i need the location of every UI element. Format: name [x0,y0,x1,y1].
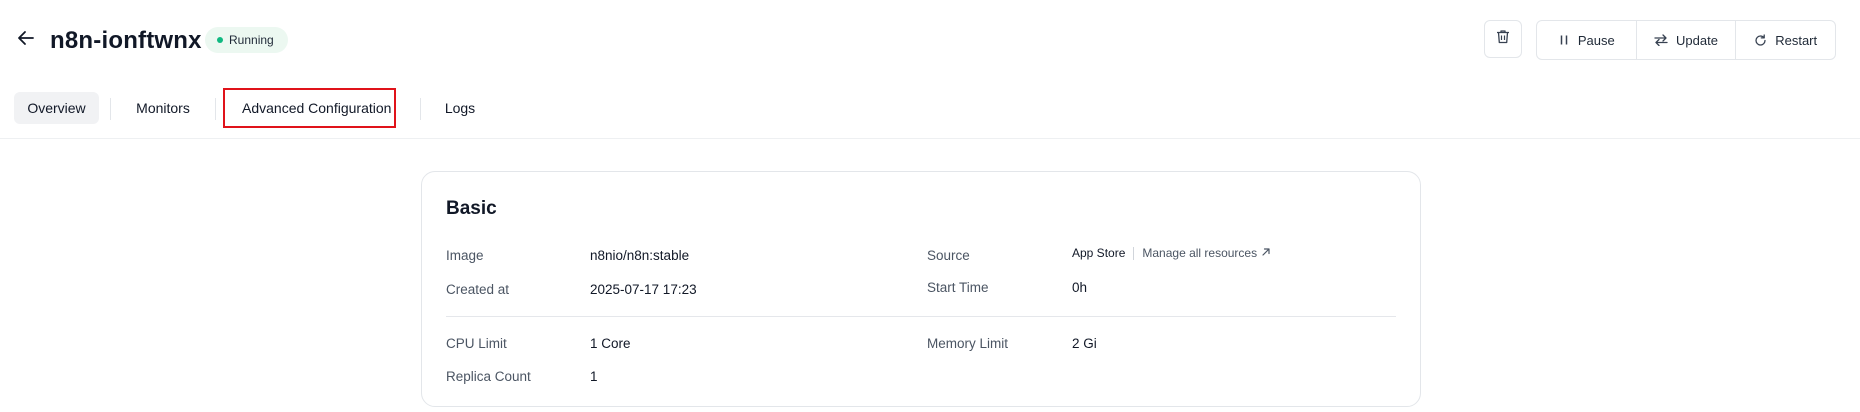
replica-count-label: Replica Count [446,369,531,384]
source-value-row: App Store Manage all resources [1072,246,1271,260]
page-header: n8n-ionftwnx Running Pause Update Restar… [0,0,1860,80]
tab-bar: Overview Monitors Advanced Configuration… [0,88,1860,138]
tab-divider [420,98,421,120]
external-link-icon [1261,246,1271,260]
manage-resources-link[interactable]: Manage all resources [1142,246,1271,260]
status-dot-icon [217,37,223,43]
tab-overview[interactable]: Overview [14,92,99,124]
update-label: Update [1676,32,1718,48]
pause-label: Pause [1577,32,1615,48]
tab-logs[interactable]: Logs [432,92,488,124]
update-button[interactable]: Update [1637,21,1737,59]
source-separator [1133,246,1135,260]
created-at-value: 2025-07-17 17:23 [590,282,697,297]
memory-limit-label: Memory Limit [927,336,1009,351]
action-button-group: Pause Update Restart [1536,20,1836,60]
pause-button[interactable]: Pause [1537,21,1637,59]
card-divider [446,316,1396,317]
source-label: Source [927,248,970,263]
pause-icon [1558,34,1570,46]
swap-arrows-icon [1654,34,1668,46]
arrow-left-icon [16,28,36,53]
restart-button[interactable]: Restart [1736,21,1835,59]
image-value: n8nio/n8n:stable [590,248,690,263]
tab-advanced-configuration[interactable]: Advanced Configuration [223,88,396,128]
memory-limit-value: 2 Gi [1072,336,1097,351]
image-label: Image [446,248,484,263]
tab-divider [215,98,216,120]
back-button[interactable] [12,26,40,54]
status-text: Running [229,33,274,47]
card-title: Basic [446,198,497,219]
trash-icon [1496,29,1510,49]
cpu-limit-value: 1 Core [590,336,631,351]
tab-divider [110,98,111,120]
start-time-value: 0h [1072,280,1088,295]
page-title: n8n-ionftwnx [50,27,202,54]
replica-count-value: 1 [590,369,598,384]
cpu-limit-label: CPU Limit [446,336,507,351]
tab-bar-border [0,138,1860,139]
manage-resources-label: Manage all resources [1142,246,1258,260]
basic-info-card: Basic Image n8nio/n8n:stable Source App … [421,171,1421,407]
status-badge: Running [205,27,288,53]
created-at-label: Created at [446,282,510,297]
restart-label: Restart [1775,32,1818,48]
source-value: App Store [1072,246,1126,260]
start-time-label: Start Time [927,280,989,295]
tab-monitors[interactable]: Monitors [122,92,204,124]
restart-icon [1754,33,1767,47]
delete-button[interactable] [1484,20,1522,58]
